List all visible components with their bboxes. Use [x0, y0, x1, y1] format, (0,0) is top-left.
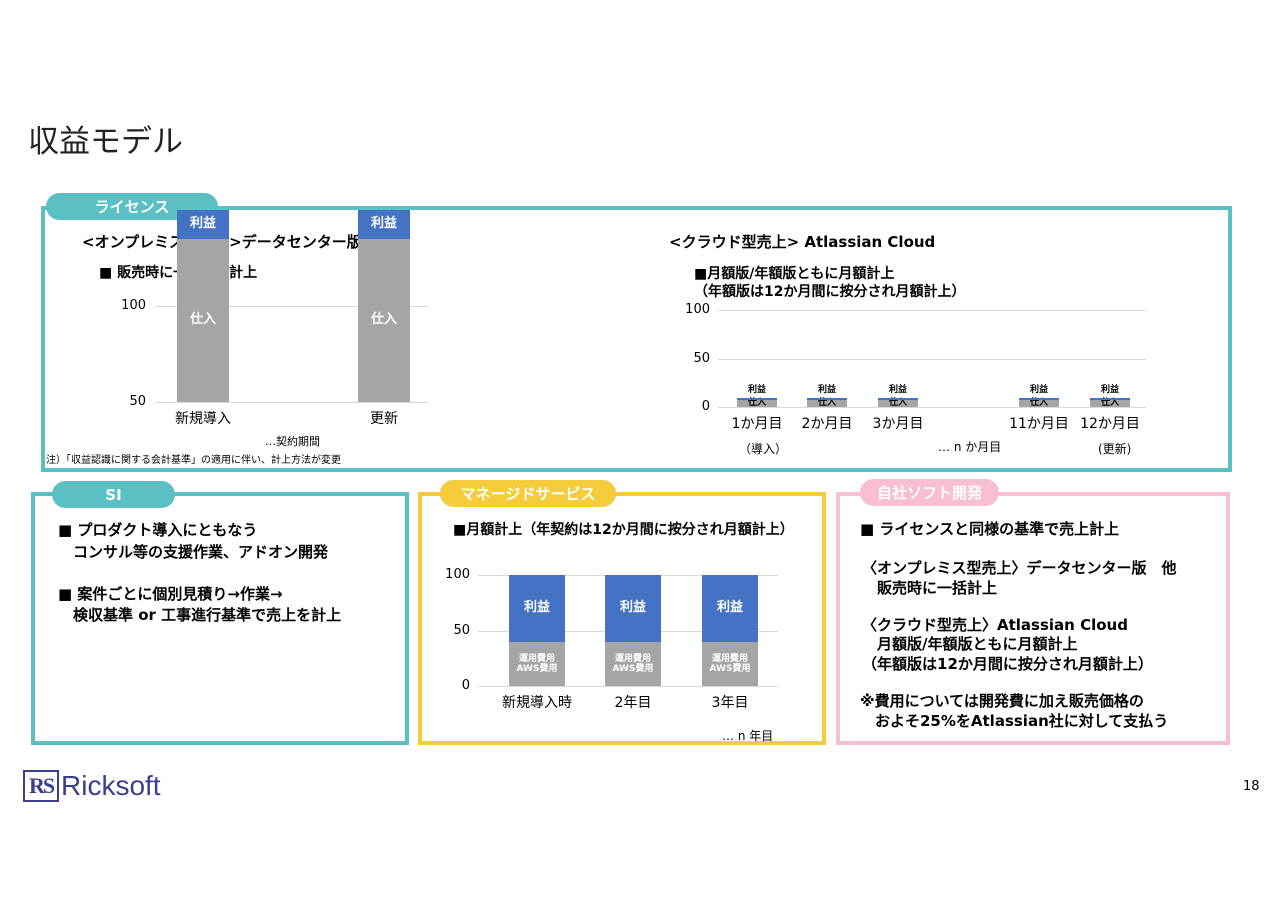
- cloud-last-sub: (更新): [1098, 442, 1132, 456]
- cloud-first-sub: （導入）: [739, 442, 788, 456]
- cloud-heading: <クラウド型売上> Atlassian Cloud: [669, 233, 936, 251]
- gridline: [718, 407, 1146, 408]
- logo-text: Ricksoft: [61, 770, 161, 801]
- gridline: [478, 686, 778, 687]
- soft-line-4: 〈クラウド型売上〉Atlassian Cloud: [862, 616, 1128, 634]
- ricksoft-logo: RS Ricksoft: [23, 770, 161, 802]
- y-tick-label: 100: [445, 567, 470, 582]
- bar-segment: [878, 398, 918, 401]
- category-label: 3か月目: [872, 416, 924, 432]
- cloud-chart: 0 50 100 仕入 利益 1か月目 仕入 利益 2か月目 仕入 利益 3か月目 仕入 利益 11か月目仕…: [680, 300, 1160, 440]
- si-label: SI: [52, 481, 175, 508]
- onprem-period-note: …契約期間: [265, 435, 320, 448]
- managed-label: マネージドサービス: [440, 480, 616, 507]
- soft-line-3: 販売時に一括計上: [862, 579, 998, 597]
- soft-line-5: 月額版/年額版ともに月額計上: [862, 635, 1078, 653]
- bar-label: 利益: [1029, 385, 1048, 395]
- y-tick-label: 50: [693, 350, 710, 366]
- cloud-n-note: … n か月目: [938, 440, 1002, 454]
- bar-segment: [1019, 398, 1059, 401]
- bar-segment: [807, 398, 847, 401]
- onprem-footnote: 注）「収益認識に関する会計基準」の適用に伴い、計上方法が変更: [46, 455, 341, 466]
- category-label: 更新: [370, 411, 398, 427]
- bar-label: 利益: [817, 385, 836, 395]
- cloud-bullet-2: （年額版は12か月間に按分され月額計上）: [694, 284, 966, 300]
- y-tick-label: 0: [701, 399, 710, 414]
- bar-label: 利益: [189, 216, 216, 232]
- bar-label: 利益: [747, 385, 766, 395]
- soft-line-1: ■ ライセンスと同様の基準で売上計上: [860, 520, 1120, 538]
- category-label: 12か月目: [1080, 416, 1140, 432]
- bar-label: 利益: [619, 600, 646, 616]
- soft-line-2: 〈オンプレミス型売上〉データセンター版 他: [862, 559, 1177, 577]
- gridline: [718, 358, 1146, 360]
- logo-mark: RS: [23, 770, 59, 802]
- bar-segment: [1090, 398, 1130, 401]
- category-label: 新規導入: [175, 411, 231, 427]
- category-label: 2年目: [614, 695, 652, 711]
- bar-label: 運用費用 AWS費用: [612, 653, 654, 674]
- bar-label: 運用費用 AWS費用: [709, 653, 751, 674]
- bar-label: 利益: [370, 216, 397, 232]
- si-line-4: 検収基準 or 工事進行基準で売上を計上: [58, 606, 342, 624]
- y-tick-label: 50: [129, 394, 146, 409]
- y-tick-label: 100: [121, 298, 146, 313]
- y-tick-label: 50: [453, 622, 470, 638]
- soft-label: 自社ソフト開発: [860, 479, 999, 506]
- bar-label: 仕入: [189, 312, 216, 328]
- soft-line-8: およそ25%をAtlassian社に対して支払う: [860, 712, 1169, 730]
- bar-label: 利益: [716, 600, 743, 616]
- category-label: 3年目: [711, 695, 749, 711]
- category-label: 新規導入時: [502, 695, 572, 711]
- bar-label: 利益: [888, 385, 907, 395]
- cloud-bullet-1: ■月額版/年額版ともに月額計上: [694, 266, 895, 282]
- managed-chart: 0 50 100 運用費用 AWS費用 利益新規導入時 運用費用 AWS費用 利益 2年目 運用…: [440, 565, 790, 720]
- onprem-heading: <オンプレミス型売上>データセンター版 他: [82, 233, 392, 251]
- bar-segment: [737, 398, 777, 401]
- si-line-2: コンサル等の支援作業、アドオン開発: [58, 543, 329, 561]
- soft-line-6: （年額版は12か月間に按分され月額計上）: [862, 655, 1153, 673]
- si-line-1: ■ プロダクト導入にともなう: [58, 521, 258, 539]
- bar-label: 利益: [1100, 385, 1119, 395]
- gridline: [155, 402, 428, 403]
- soft-line-7: ※費用については開発費に加え販売価格の: [860, 692, 1144, 710]
- si-line-3: ■ 案件ごとに個別見積り→作業→: [58, 585, 283, 603]
- y-tick-label: 100: [685, 302, 710, 317]
- y-tick-label: 0: [461, 678, 470, 693]
- page-number: 18: [1243, 779, 1260, 794]
- managed-n-note: … n 年目: [722, 729, 774, 743]
- bar-label: 運用費用 AWS費用: [516, 653, 558, 674]
- onprem-chart: 50 100 仕入 利益新規導入 仕入 利益更新: [110, 210, 440, 440]
- gridline: [718, 310, 1146, 311]
- managed-bullet: ■月額計上（年契約は12か月間に按分され月額計上）: [453, 522, 794, 538]
- page-title: 収益モデル: [28, 124, 183, 160]
- bar-label: 利益: [523, 600, 550, 616]
- bar-label: 仕入: [370, 312, 397, 328]
